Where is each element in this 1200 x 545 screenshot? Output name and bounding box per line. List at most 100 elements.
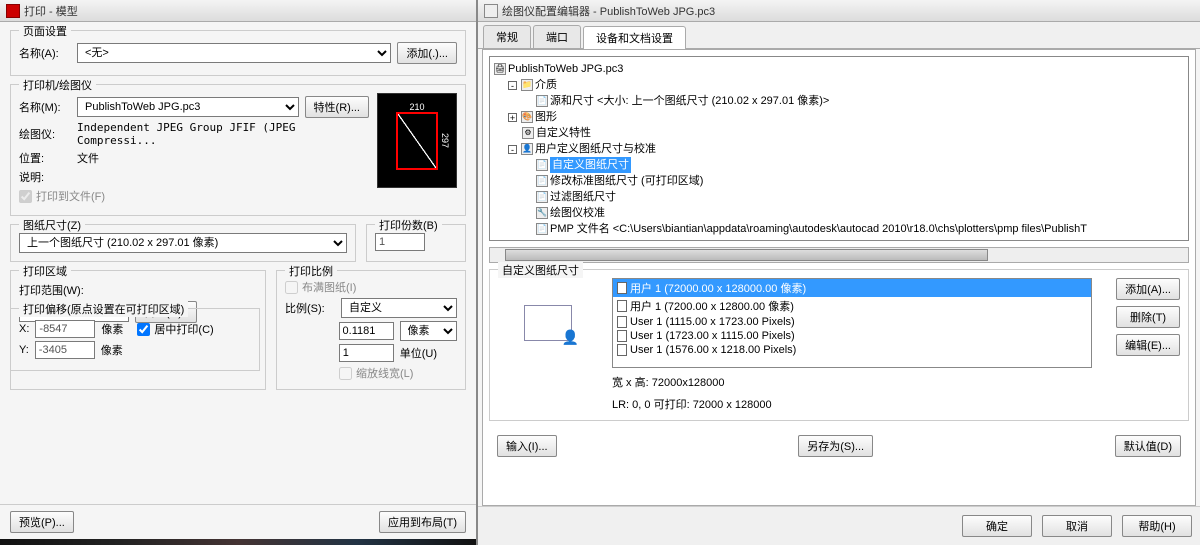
- print-to-file-checkbox: [19, 190, 32, 203]
- tree-props[interactable]: 自定义特性: [536, 125, 591, 141]
- tree-calibrate[interactable]: 绘图仪校准: [550, 205, 605, 221]
- plotter-editor-titlebar: 绘图仪配置编辑器 - PublishToWeb JPG.pc3: [478, 0, 1200, 22]
- location-label: 位置:: [19, 150, 71, 166]
- list-item[interactable]: User 1 (1723.00 x 1115.00 Pixels): [613, 329, 1091, 343]
- apply-layout-button[interactable]: 应用到布局(T): [379, 511, 466, 533]
- tab-bar: 常规 端口 设备和文档设置: [478, 22, 1200, 49]
- config-tree[interactable]: 🖨PublishToWeb JPG.pc3 -📁介质 📄源和尺寸 <大小: 上一…: [489, 56, 1189, 241]
- delete-size-button[interactable]: 删除(T): [1116, 306, 1180, 328]
- page-icon: 📄: [536, 191, 548, 203]
- page-icon: [617, 344, 627, 356]
- file-icon: 📄: [536, 223, 548, 235]
- custom-size-list[interactable]: 用户 1 (72000.00 x 128000.00 像素) 用户 1 (720…: [612, 278, 1092, 368]
- custom-size-legend: 自定义图纸尺寸: [498, 262, 583, 278]
- tree-media[interactable]: 介质: [535, 77, 557, 93]
- tree-user-group[interactable]: 用户定义图纸尺寸与校准: [535, 141, 656, 157]
- props-icon: ⚙: [522, 127, 534, 139]
- plotter-label: 绘图仪:: [19, 126, 71, 142]
- printer-legend: 打印机/绘图仪: [19, 77, 96, 93]
- tab-port[interactable]: 端口: [533, 25, 581, 48]
- editor-icon: [484, 4, 498, 18]
- add-size-button[interactable]: 添加(A)...: [1116, 278, 1180, 300]
- scale-unit-select[interactable]: 像素: [400, 321, 457, 341]
- copies-group: 打印份数(B): [366, 224, 466, 262]
- preview-button[interactable]: 预览(P)...: [10, 511, 74, 533]
- tree-source[interactable]: 源和尺寸 <大小: 上一个图纸尺寸 (210.02 x 297.01 像素)>: [550, 93, 829, 109]
- tab-general[interactable]: 常规: [483, 25, 531, 48]
- saveas-button[interactable]: 另存为(S)...: [798, 435, 873, 457]
- page-name-select[interactable]: <无>: [77, 43, 391, 63]
- x-input[interactable]: [35, 320, 95, 338]
- scale-legend: 打印比例: [285, 263, 337, 279]
- list-item[interactable]: User 1 (1115.00 x 1723.00 Pixels): [613, 315, 1091, 329]
- location-value: 文件: [77, 150, 99, 166]
- tree-graphics[interactable]: 图形: [535, 109, 557, 125]
- editor-title: 绘图仪配置编辑器 - PublishToWeb JPG.pc3: [502, 3, 715, 19]
- copies-input[interactable]: [375, 233, 425, 251]
- paper-graphic: [498, 278, 598, 368]
- paper-size-group: 图纸尺寸(Z) 上一个图纸尺寸 (210.02 x 297.01 像素): [10, 224, 356, 262]
- edit-size-button[interactable]: 编辑(E)...: [1116, 334, 1180, 356]
- dim-info: 宽 x 高: 72000x128000: [612, 374, 1092, 390]
- page-icon: 📄: [536, 95, 548, 107]
- printer-props-button[interactable]: 特性(R)...: [305, 96, 369, 118]
- offset-legend: 打印偏移(原点设置在可打印区域): [19, 301, 188, 317]
- center-label: 居中打印(C): [154, 321, 213, 337]
- page-icon: 📄: [536, 159, 548, 171]
- scale-select[interactable]: 自定义: [341, 298, 457, 318]
- page-icon: [617, 282, 627, 294]
- custom-size-panel: 自定义图纸尺寸 用户 1 (72000.00 x 128000.00 像素) 用…: [489, 269, 1189, 421]
- tree-root[interactable]: PublishToWeb JPG.pc3: [508, 61, 623, 77]
- tree-filter[interactable]: 过滤图纸尺寸: [550, 189, 616, 205]
- y-label: Y:: [19, 344, 29, 356]
- page-add-button[interactable]: 添加(.)...: [397, 42, 457, 64]
- tab-device[interactable]: 设备和文档设置: [583, 26, 686, 49]
- import-button[interactable]: 输入(I)...: [497, 435, 557, 457]
- page-setup-group: 页面设置 名称(A): <无> 添加(.)...: [10, 30, 466, 76]
- preview-width: 210: [398, 102, 436, 112]
- calib-icon: 🔧: [536, 207, 548, 219]
- scale-group: 打印比例 布满图纸(I) 比例(S): 自定义 像素: [276, 270, 466, 390]
- printer-name-select[interactable]: PublishToWeb JPG.pc3: [77, 97, 299, 117]
- center-checkbox[interactable]: [137, 323, 150, 336]
- print-titlebar: 打印 - 模型: [0, 0, 476, 22]
- tree-hscroll[interactable]: [489, 247, 1189, 263]
- collapse-icon[interactable]: -: [508, 81, 517, 90]
- list-item[interactable]: User 1 (1576.00 x 1218.00 Pixels): [613, 343, 1091, 357]
- help-button[interactable]: 帮助(H): [1122, 515, 1192, 537]
- paper-size-select[interactable]: 上一个图纸尺寸 (210.02 x 297.01 像素): [19, 233, 347, 253]
- fit-label: 布满图纸(I): [302, 279, 356, 295]
- page-icon: [617, 316, 627, 328]
- graphics-icon: 🎨: [521, 111, 533, 123]
- scale-lw-label: 缩放线宽(L): [356, 365, 413, 381]
- cancel-button[interactable]: 取消: [1042, 515, 1112, 537]
- list-item[interactable]: 用户 1 (7200.00 x 12800.00 像素): [613, 297, 1091, 315]
- page-name-label: 名称(A):: [19, 45, 71, 61]
- tree-modify-std[interactable]: 修改标准图纸尺寸 (可打印区域): [550, 173, 703, 189]
- collapse-icon[interactable]: -: [508, 145, 517, 154]
- folder-icon: 📁: [521, 79, 533, 91]
- printer-group: 打印机/绘图仪 名称(M): PublishToWeb JPG.pc3 特性(R…: [10, 84, 466, 216]
- scale-factor-input[interactable]: [339, 322, 394, 340]
- tree-pmp[interactable]: PMP 文件名 <C:\Users\biantian\appdata\roami…: [550, 221, 1087, 237]
- y-unit: 像素: [101, 342, 123, 358]
- ok-button[interactable]: 确定: [962, 515, 1032, 537]
- scale-lw-checkbox: [339, 367, 352, 380]
- app-icon: [6, 4, 20, 18]
- list-item[interactable]: 用户 1 (72000.00 x 128000.00 像素): [613, 279, 1091, 297]
- area-legend: 打印区域: [19, 263, 71, 279]
- user-icon: 👤: [521, 143, 533, 155]
- printer-icon: 🖨: [494, 63, 506, 75]
- copies-legend: 打印份数(B): [375, 217, 442, 233]
- scale-label: 比例(S):: [285, 300, 335, 316]
- print-title: 打印 - 模型: [24, 3, 78, 19]
- tree-custom-size[interactable]: 自定义图纸尺寸: [550, 157, 631, 173]
- unit-label: 单位(U): [400, 345, 457, 361]
- default-button[interactable]: 默认值(D): [1115, 435, 1181, 457]
- y-input[interactable]: [35, 341, 95, 359]
- expand-icon[interactable]: +: [508, 113, 517, 122]
- scale-units-input[interactable]: [339, 344, 394, 362]
- x-unit: 像素: [101, 321, 123, 337]
- paper-preview: 210 297: [377, 93, 457, 188]
- x-label: X:: [19, 323, 29, 335]
